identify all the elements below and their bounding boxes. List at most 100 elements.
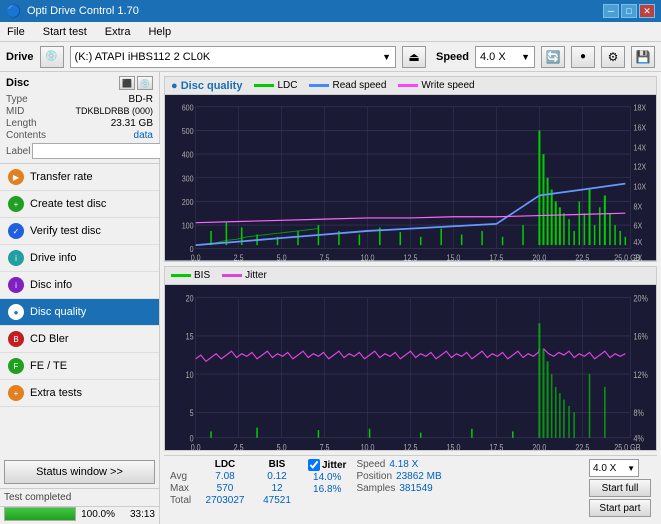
svg-text:15.0: 15.0 [446,442,460,450]
svg-text:12X: 12X [633,162,646,172]
menu-file[interactable]: File [4,25,28,39]
settings-btn[interactable]: ⚙ [601,46,625,68]
svg-text:2.5: 2.5 [234,442,244,450]
chart-title-1: ● Disc quality [171,80,242,92]
stats-table: LDC BIS Avg 7.08 0.12 Max 570 12 Total 2… [170,459,302,506]
legend-read-speed: Read speed [309,80,386,91]
refresh-btn[interactable]: 🔄 [541,46,565,68]
progress-bar [4,507,76,521]
test-speed-select[interactable]: 4.0 X ▼ [589,459,639,477]
bis-header: BIS [252,459,302,470]
svg-text:0.0: 0.0 [191,253,201,260]
nav-icon-extra: + [8,385,24,401]
nav-icon-fe-te: F [8,358,24,374]
svg-text:17.5: 17.5 [489,253,503,260]
jitter-checkbox[interactable] [308,459,320,471]
nav-label-verify: Verify test disc [30,225,101,237]
jitter-header: Jitter [322,460,346,471]
length-label: Length [6,118,37,129]
start-part-btn[interactable]: Start part [589,499,651,517]
svg-text:22.5: 22.5 [575,442,589,450]
status-window-btn[interactable]: Status window >> [4,460,155,484]
menu-start-test[interactable]: Start test [40,25,90,39]
type-label: Type [6,94,28,105]
nav-label-quality: Disc quality [30,306,86,318]
menu-bar: File Start test Extra Help [0,22,661,42]
svg-text:16%: 16% [633,332,647,342]
nav-fe-te[interactable]: F FE / TE [0,353,159,380]
svg-text:16X: 16X [633,123,646,133]
save-btn[interactable]: 💾 [631,46,655,68]
drive-icon-btn[interactable]: 💿 [40,46,64,68]
menu-help[interactable]: Help [145,25,174,39]
svg-text:10: 10 [186,370,194,380]
start-full-btn[interactable]: Start full [589,479,651,497]
nav-label-transfer: Transfer rate [30,171,93,183]
status-text: Test completed [4,492,71,503]
nav-label-create: Create test disc [30,198,106,210]
chart-area: ● Disc quality LDC Read speed Write spee… [160,72,661,524]
disc-icon-1[interactable]: ⬛ [119,76,135,90]
nav-menu: ▶ Transfer rate + Create test disc ✓ Ver… [0,164,159,456]
speed-label: Speed [436,51,469,63]
svg-text:500: 500 [182,127,194,137]
svg-text:0.0: 0.0 [191,442,201,450]
control-buttons: 4.0 X ▼ Start full Start part [589,459,651,517]
nav-label-fe-te: FE / TE [30,360,67,372]
svg-text:5.0: 5.0 [277,442,287,450]
eject-btn[interactable]: ⏏ [402,46,426,68]
bis-avg: 0.12 [252,471,302,482]
contents-label: Contents [6,130,46,141]
drive-bar: Drive 💿 (K:) ATAPI iHBS112 2 CL0K ▼ ⏏ Sp… [0,42,661,72]
close-button[interactable]: ✕ [639,4,655,18]
nav-disc-info[interactable]: i Disc info [0,272,159,299]
nav-label-drive: Drive info [30,252,76,264]
total-label: Total [170,495,198,506]
length-value: 23.31 GB [111,118,153,129]
speed-select[interactable]: 4.0 X ▼ [475,46,535,68]
legend-ldc: LDC [254,80,297,91]
speed-pos-stats: Speed 4.18 X Position 23862 MB Samples 3… [356,459,441,494]
drive-select[interactable]: (K:) ATAPI iHBS112 2 CL0K ▼ [70,46,396,68]
max-label: Max [170,483,198,494]
nav-icon-drive: i [8,250,24,266]
position-stat-label: Position [356,471,392,482]
svg-text:15.0: 15.0 [447,253,461,260]
nav-verify-test[interactable]: ✓ Verify test disc [0,218,159,245]
legend-bis: BIS [171,270,210,281]
nav-label-extra: Extra tests [30,387,82,399]
app-title: Opti Drive Control 1.70 [27,5,139,17]
speed-stat-label: Speed [356,459,385,470]
maximize-button[interactable]: □ [621,4,637,18]
nav-icon-cd-bler: B [8,331,24,347]
mid-value: TDKBLDRBB (000) [75,106,153,117]
menu-extra[interactable]: Extra [102,25,134,39]
ldc-max: 570 [200,483,250,494]
label-input[interactable] [32,143,170,159]
nav-create-test[interactable]: + Create test disc [0,191,159,218]
main-content: Disc ⬛ 💿 Type BD-R MID TDKBLDRBB (000) L… [0,72,661,524]
disc-btn[interactable]: ● [571,46,595,68]
nav-disc-quality[interactable]: ● Disc quality [0,299,159,326]
svg-text:20%: 20% [633,293,647,303]
legend-jitter-color [222,274,242,277]
mid-label: MID [6,106,24,117]
label-label: Label [6,146,30,157]
nav-drive-info[interactable]: i Drive info [0,245,159,272]
app-icon: 🔵 [6,4,21,18]
legend-bis-color [171,274,191,277]
svg-text:22.5: 22.5 [575,253,589,260]
nav-transfer-rate[interactable]: ▶ Transfer rate [0,164,159,191]
nav-label-cd-bler: CD Bler [30,333,69,345]
svg-text:4X: 4X [633,238,642,248]
nav-icon-create: + [8,196,24,212]
nav-extra-tests[interactable]: + Extra tests [0,380,159,407]
minimize-button[interactable]: ─ [603,4,619,18]
svg-text:25.0 GB: 25.0 GB [614,442,640,450]
nav-cd-bler[interactable]: B CD Bler [0,326,159,353]
disc-icon-2[interactable]: 💿 [137,76,153,90]
legend-read-color [309,84,329,87]
svg-text:17.5: 17.5 [489,442,503,450]
svg-text:15: 15 [186,332,194,342]
svg-text:100: 100 [182,221,194,231]
